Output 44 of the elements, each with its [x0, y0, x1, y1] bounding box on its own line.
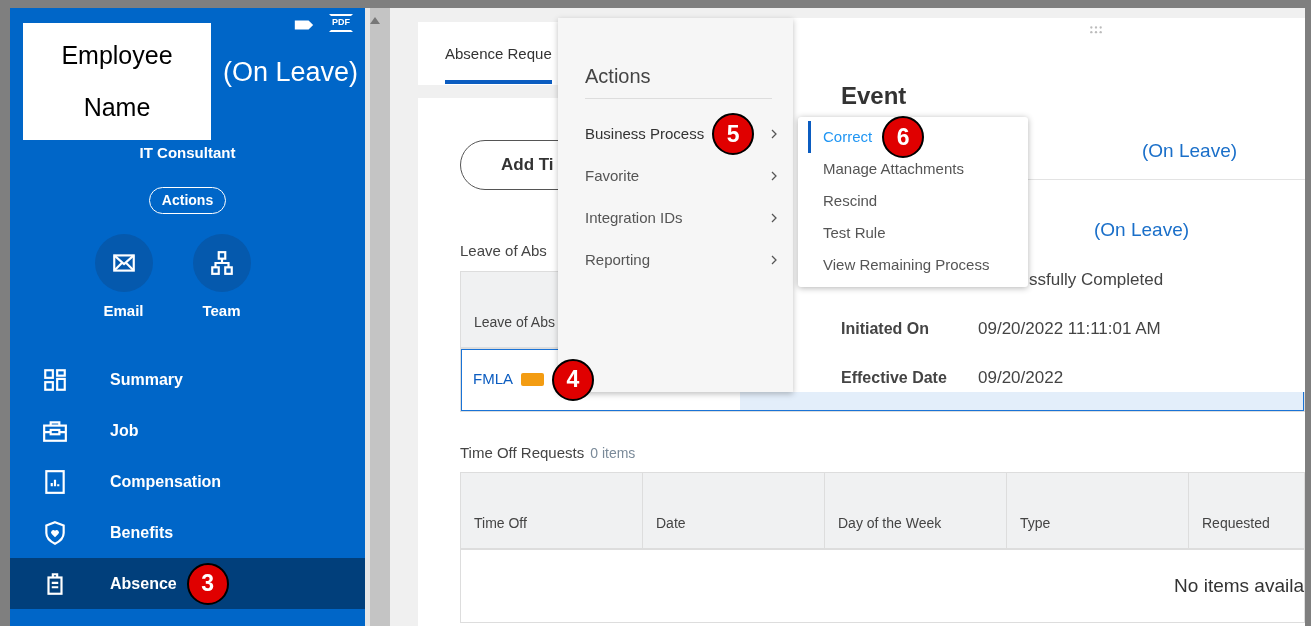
step-number-badge: 4: [552, 358, 594, 401]
sidebar-item[interactable]: Summary: [10, 354, 365, 405]
person-link[interactable]: (On Leave): [1094, 216, 1190, 245]
column-header: Day of the Week: [825, 473, 1007, 548]
quick-action-label: Email: [103, 300, 144, 321]
status-text: (On Leave): [222, 56, 358, 89]
column-header: Time Off: [461, 473, 643, 548]
name-text: Name: [82, 92, 152, 123]
sidebar-item[interactable]: Job: [10, 405, 365, 456]
menu-item[interactable]: Integration IDs: [585, 197, 780, 239]
job-title: IT Consultant: [138, 143, 237, 163]
sidebar-item[interactable]: Absence 3: [10, 558, 365, 609]
step-number-badge: 6: [882, 116, 925, 158]
sidebar-item[interactable]: Compensation: [10, 456, 365, 507]
item-count: 0 items: [590, 444, 636, 461]
leave-type-link[interactable]: FMLA: [473, 368, 513, 391]
name-text: Employee: [60, 39, 174, 71]
field-value: 09/20/2022 11:11:01 AM: [978, 317, 1161, 340]
submenu-item[interactable]: Test Rule: [808, 217, 886, 249]
section-title: Time Off Requests: [460, 443, 585, 461]
column-header: Date: [643, 473, 825, 548]
person-link[interactable]: (On Leave): [1142, 137, 1238, 166]
empty-message: No items availa: [1174, 573, 1304, 598]
field-value: ssfully Completed: [1029, 268, 1164, 291]
quick-action-label: Team: [202, 300, 241, 321]
field-value: 09/20/2022: [978, 366, 1064, 389]
bar-chart-icon: [42, 468, 68, 495]
column-header: Type: [1007, 473, 1189, 548]
scroll-up-arrow-icon[interactable]: [370, 17, 380, 25]
org-chart-icon: [208, 249, 235, 276]
column-header: Requested: [1189, 473, 1305, 548]
section-title: Leave of Abs: [460, 242, 547, 259]
submenu-item[interactable]: Rescind: [808, 185, 878, 217]
panel-title: Event: [841, 81, 908, 111]
scrollbar[interactable]: [365, 8, 390, 626]
sidebar-item[interactable]: Benefits: [10, 507, 365, 558]
field-label: Effective Date: [841, 367, 948, 388]
field-label: Initiated On: [841, 318, 930, 339]
heart-shield-icon: [42, 519, 68, 546]
dashboard-icon: [42, 366, 68, 393]
menu-title: Actions: [585, 64, 772, 99]
step-number-badge: 5: [712, 113, 755, 155]
step-number-badge: 3: [186, 562, 229, 605]
submenu-item[interactable]: View Remaining Process: [808, 249, 990, 281]
